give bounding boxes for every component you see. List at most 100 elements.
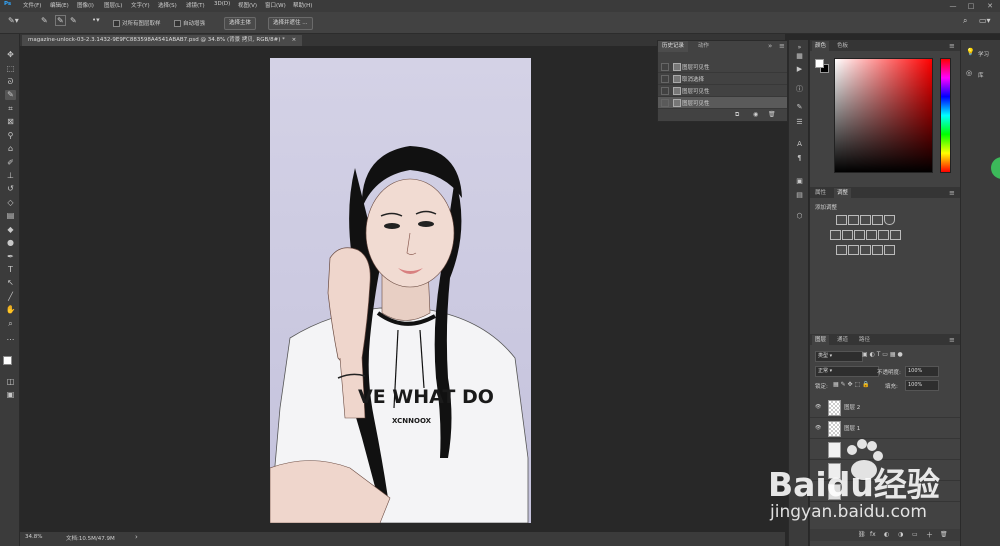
- subtract-selection-icon[interactable]: ✎: [70, 16, 77, 25]
- quick-select-tool-icon[interactable]: ✎: [5, 90, 16, 100]
- tab-color[interactable]: 颜色: [812, 41, 830, 51]
- eraser-tool-icon[interactable]: ◇: [5, 198, 16, 208]
- info-icon[interactable]: ⓘ: [794, 84, 805, 94]
- visibility-eye-icon[interactable]: 👁: [815, 404, 821, 410]
- minimize-button[interactable]: —: [944, 0, 962, 12]
- menu-help[interactable]: 帮助(H): [293, 1, 312, 9]
- zoom-readout[interactable]: 34.8%: [25, 534, 42, 540]
- search-icon[interactable]: ⌕: [963, 16, 967, 26]
- marquee-tool-icon[interactable]: ⬚: [5, 64, 16, 74]
- menu-window[interactable]: 窗口(W): [265, 1, 286, 9]
- more-tools-icon[interactable]: …: [5, 333, 16, 343]
- photo-filter-icon[interactable]: [866, 230, 877, 240]
- snapshot-camera-icon[interactable]: ◉: [753, 111, 758, 118]
- library-label[interactable]: 库: [978, 71, 984, 79]
- quick-mask-icon[interactable]: ◫: [5, 377, 16, 387]
- stamp-tool-icon[interactable]: ⊥: [5, 171, 16, 181]
- menu-3d[interactable]: 3D(D): [214, 1, 230, 7]
- select-subject-button[interactable]: 选择主体: [224, 17, 257, 30]
- document-tab[interactable]: magazine-unlock-03-2.3.1432-9E9FC883598A…: [22, 35, 303, 46]
- tab-history[interactable]: 历史记录: [658, 41, 689, 52]
- actions-play-icon[interactable]: ▶: [794, 64, 805, 74]
- tab-channels[interactable]: 通道: [834, 335, 851, 345]
- menu-select[interactable]: 选择(S): [158, 1, 177, 9]
- crop-tool-icon[interactable]: ⌗: [5, 104, 16, 114]
- foreground-color-swatch[interactable]: [815, 59, 824, 68]
- vibrance-icon[interactable]: [884, 215, 895, 225]
- eyedropper-tool-icon[interactable]: ⚲: [5, 131, 16, 141]
- exposure-icon[interactable]: [872, 215, 883, 225]
- add-selection-icon[interactable]: ✎: [55, 15, 66, 26]
- tab-paths[interactable]: 路径: [856, 335, 873, 345]
- lightbulb-icon[interactable]: 💡: [966, 48, 975, 56]
- tab-adjustments[interactable]: 调整: [834, 188, 852, 198]
- quick-select-tool-icon[interactable]: ✎▾: [8, 16, 19, 25]
- fill-input[interactable]: 100%: [905, 380, 939, 391]
- history-item[interactable]: 取消选择: [658, 73, 787, 85]
- delete-state-icon[interactable]: 🗑: [768, 111, 776, 118]
- blend-mode-select[interactable]: 正常 ▾: [815, 366, 879, 377]
- lock-options-icons[interactable]: ▦ ✎ ✥ ⬚ 🔒: [833, 381, 870, 388]
- close-tab-icon[interactable]: ×: [292, 37, 297, 43]
- glyphs-icon[interactable]: ▣: [794, 176, 805, 186]
- menu-filter[interactable]: 滤镜(T): [186, 1, 205, 9]
- curves-icon[interactable]: [860, 215, 871, 225]
- history-item-selected[interactable]: 图层可见性: [658, 97, 787, 109]
- auto-enhance-checkbox[interactable]: [174, 20, 181, 27]
- line-tool-icon[interactable]: ╱: [5, 292, 16, 302]
- dodge-tool-icon[interactable]: ●: [5, 238, 16, 248]
- threshold-icon[interactable]: [860, 245, 871, 255]
- pen-tool-icon[interactable]: ✒: [5, 252, 16, 262]
- properties-icon[interactable]: ▤: [794, 190, 805, 200]
- menu-layer[interactable]: 图层(L): [104, 1, 122, 9]
- tab-properties[interactable]: 属性: [812, 188, 829, 198]
- tab-swatches[interactable]: 色板: [834, 41, 851, 51]
- hand-tool-icon[interactable]: ✋: [5, 305, 16, 315]
- library-icon[interactable]: ◎: [966, 69, 972, 77]
- path-select-icon[interactable]: ↖: [5, 278, 16, 288]
- panel-menu-icon[interactable]: ≡: [946, 335, 958, 345]
- tab-layers[interactable]: 图层: [812, 335, 830, 345]
- layer-row[interactable]: 👁 图层 2: [810, 397, 961, 418]
- 3d-cube-icon[interactable]: ⬡: [794, 211, 805, 221]
- select-and-mask-button[interactable]: 选择并遮住 ...: [268, 17, 313, 30]
- menu-type[interactable]: 文字(Y): [131, 1, 150, 9]
- paragraph-icon[interactable]: ¶: [794, 153, 805, 163]
- character-icon[interactable]: A: [794, 139, 805, 149]
- opacity-input[interactable]: 100%: [905, 366, 939, 377]
- menu-image[interactable]: 图像(I): [77, 1, 94, 9]
- history-item[interactable]: 图层可见性: [658, 61, 787, 73]
- lasso-tool-icon[interactable]: ᘐ: [5, 77, 16, 87]
- sample-all-layers-checkbox[interactable]: [113, 20, 120, 27]
- frame-tool-icon[interactable]: ⊠: [5, 117, 16, 127]
- hue-saturation-icon[interactable]: [830, 230, 841, 240]
- status-menu-arrow-icon[interactable]: ›: [135, 533, 138, 541]
- panel-menu-icon[interactable]: ≡: [946, 41, 958, 51]
- document-image[interactable]: VE WHAT DO XCNNOOX: [270, 58, 531, 523]
- menu-file[interactable]: 文件(F): [23, 1, 41, 9]
- color-balance-icon[interactable]: [842, 230, 853, 240]
- panel-menu-icon[interactable]: ≡: [946, 188, 958, 198]
- gradient-map-icon[interactable]: [872, 245, 883, 255]
- menu-view[interactable]: 视图(V): [238, 1, 257, 9]
- learn-label[interactable]: 学习: [978, 50, 989, 58]
- brush-tool-icon[interactable]: ✐: [5, 158, 16, 168]
- selective-color-icon[interactable]: [884, 245, 895, 255]
- move-tool-icon[interactable]: ✥: [5, 50, 16, 60]
- ps-logo-icon[interactable]: Ps: [4, 1, 11, 7]
- side-float-button[interactable]: [991, 157, 1000, 179]
- tab-actions[interactable]: 动作: [694, 41, 713, 52]
- new-document-from-state-icon[interactable]: ⧉: [735, 111, 739, 119]
- layer-filter-icons[interactable]: ▣ ◐ T ▭ ▦ ●: [862, 351, 903, 358]
- gradient-tool-icon[interactable]: ▤: [5, 211, 16, 221]
- hue-slider[interactable]: [940, 58, 951, 173]
- layer-filter-select[interactable]: 类型 ▾: [815, 351, 863, 362]
- channel-mixer-icon[interactable]: [878, 230, 889, 240]
- new-selection-icon[interactable]: ✎: [41, 16, 48, 25]
- black-white-icon[interactable]: [854, 230, 865, 240]
- zoom-tool-icon[interactable]: ⌕: [5, 319, 16, 329]
- history-item[interactable]: 图层可见性: [658, 85, 787, 97]
- posterize-icon[interactable]: [848, 245, 859, 255]
- history-panel-icon[interactable]: ▦: [794, 51, 805, 61]
- color-picker-field[interactable]: [834, 58, 933, 173]
